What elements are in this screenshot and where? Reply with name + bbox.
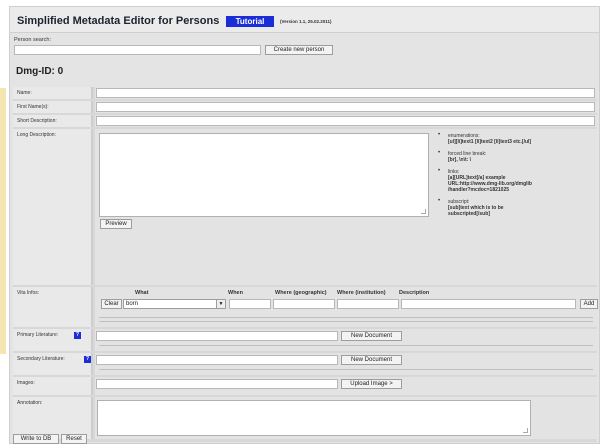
short-description-row: Short Description: <box>13 115 597 127</box>
first-names-row: First Name(s): <box>13 101 597 113</box>
vita-where-geo-input[interactable] <box>273 299 335 309</box>
help-item: links:[a][URL]text[/a] example URL:http:… <box>436 168 546 193</box>
person-search-label: Person search: <box>14 37 51 43</box>
vita-add-button[interactable]: Add <box>580 299 598 309</box>
vita-when-input[interactable] <box>229 299 271 309</box>
vita-what-select[interactable]: born ▼ <box>123 299 226 309</box>
separator <box>99 345 593 346</box>
name-row: Name: <box>13 87 597 99</box>
name-label: Name: <box>17 90 32 96</box>
vita-col-description: Description <box>399 290 430 296</box>
create-person-button[interactable]: Create new person <box>265 45 333 55</box>
help-item: enumerations:[ul][li]text1 [li]text2 [li… <box>436 132 546 145</box>
secondary-new-document-button[interactable]: New Document <box>341 355 402 365</box>
long-description-label: Long Description: <box>17 132 56 138</box>
markup-help: enumerations:[ul][li]text1 [li]text2 [li… <box>436 132 546 223</box>
vita-col-when: When <box>228 290 243 296</box>
info-icon[interactable]: ? <box>74 332 81 339</box>
left-edge-strip <box>0 88 6 354</box>
primary-literature-input[interactable] <box>96 331 338 341</box>
vita-col-where-geo: Where (geographic) <box>275 290 327 296</box>
preview-button[interactable]: Preview <box>100 219 132 229</box>
vita-col-where-inst: Where (institution) <box>337 290 386 296</box>
vita-label: Vita Infos: <box>17 290 40 296</box>
person-search-input[interactable] <box>14 45 261 55</box>
images-row: Images: Upload Image > <box>13 377 597 395</box>
secondary-literature-row: Secondary Literature: ? New Document <box>13 353 597 375</box>
page-title: Simplified Metadata Editor for Persons <box>17 15 220 27</box>
write-to-db-button[interactable]: Write to DB <box>13 434 59 444</box>
separator <box>99 317 593 318</box>
upload-image-button[interactable]: Upload Image > <box>341 379 402 389</box>
vita-where-inst-input[interactable] <box>337 299 399 309</box>
long-description-row: Long Description: Preview enumerations:[… <box>13 129 597 285</box>
reset-button[interactable]: Reset <box>61 434 87 444</box>
images-input[interactable] <box>96 379 338 389</box>
annotation-textarea[interactable] <box>97 400 531 436</box>
annotation-label: Annotation: <box>17 400 43 406</box>
vita-clear-button[interactable]: Clear <box>101 299 122 309</box>
first-names-label: First Name(s): <box>17 104 49 110</box>
short-description-label: Short Description: <box>17 118 57 124</box>
version-label: (Version 1.1, 25.02.2011) <box>280 19 332 24</box>
first-names-input[interactable] <box>96 102 595 112</box>
secondary-literature-label: Secondary Literature: <box>17 356 65 362</box>
chevron-down-icon[interactable]: ▼ <box>216 300 225 308</box>
editor-window: Simplified Metadata Editor for Persons T… <box>9 6 600 444</box>
primary-literature-row: Primary Literature: ? New Document <box>13 329 597 351</box>
primary-new-document-button[interactable]: New Document <box>341 331 402 341</box>
form-grid: Name: First Name(s): Short Description: … <box>13 87 598 442</box>
vita-description-input[interactable] <box>401 299 576 309</box>
dmg-id: Dmg-ID: 0 <box>16 66 64 77</box>
help-item: forced line break:[br], \n\t: \ <box>436 150 546 163</box>
secondary-literature-input[interactable] <box>96 355 338 365</box>
images-label: Images: <box>17 380 35 386</box>
help-item: subscript:[sub]text which is to be subsc… <box>436 198 546 217</box>
vita-row: Vita Infos: What When Where (geographic)… <box>13 287 598 327</box>
short-description-input[interactable] <box>96 116 595 126</box>
name-input[interactable] <box>96 88 595 98</box>
long-description-textarea[interactable] <box>99 133 429 217</box>
annotation-row: Annotation: <box>13 397 597 439</box>
vita-col-what: What <box>135 290 149 296</box>
info-icon[interactable]: ? <box>84 356 91 363</box>
vita-what-value: born <box>126 301 139 307</box>
separator <box>99 369 593 370</box>
separator <box>99 321 593 322</box>
resize-handle-icon[interactable] <box>421 209 426 214</box>
primary-literature-label: Primary Literature: <box>17 332 59 338</box>
header-bar: Simplified Metadata Editor for Persons T… <box>10 7 599 33</box>
tutorial-button[interactable]: Tutorial <box>226 16 274 27</box>
resize-handle-icon[interactable] <box>523 428 528 433</box>
